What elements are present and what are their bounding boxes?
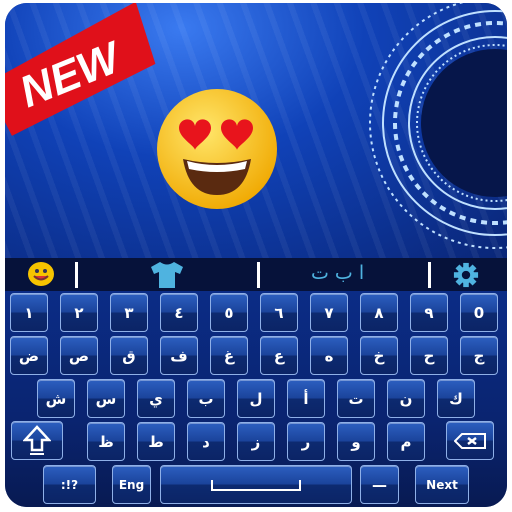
key-row1-10[interactable]: 0 — [460, 293, 498, 332]
key-row1-3[interactable]: ٣ — [110, 293, 148, 332]
key-row2-7[interactable]: ه — [310, 336, 348, 375]
next-key[interactable]: Next — [415, 465, 469, 504]
key-row4-5[interactable]: ر — [287, 422, 325, 461]
backspace-key[interactable] — [446, 421, 494, 460]
key-row1-5[interactable]: ٥ — [210, 293, 248, 332]
dash-key[interactable]: — — [360, 465, 399, 504]
key-row1-7[interactable]: ٧ — [310, 293, 348, 332]
key-row1-2[interactable]: ٢ — [60, 293, 98, 332]
symbols-key[interactable]: :!? — [43, 465, 96, 504]
key-row2-10[interactable]: ج — [460, 336, 498, 375]
key-row1-9[interactable]: ٩ — [410, 293, 448, 332]
shift-arrow-icon — [23, 424, 51, 455]
key-row3-4[interactable]: ب — [187, 379, 225, 418]
language-switch-key[interactable]: Eng — [112, 465, 151, 504]
key-row2-9[interactable]: ح — [410, 336, 448, 375]
key-row1-1[interactable]: ١ — [10, 293, 48, 332]
mandala-decoration — [369, 3, 507, 249]
key-row3-8[interactable]: ن — [387, 379, 425, 418]
key-row2-1[interactable]: ض — [10, 336, 48, 375]
shift-key[interactable] — [11, 421, 63, 460]
backspace-icon — [454, 432, 486, 449]
key-row2-6[interactable]: ع — [260, 336, 298, 375]
key-row3-7[interactable]: ت — [337, 379, 375, 418]
key-row4-1[interactable]: ظ — [87, 422, 125, 461]
key-row4-4[interactable]: ز — [237, 422, 275, 461]
key-row2-8[interactable]: خ — [360, 336, 398, 375]
keyboard-promo: NEW ا ب ت:!? Eng — Next ١ ٢ ٣ ٤ ٥ ٦ ٧ ٨… — [5, 3, 507, 507]
arabic-layout-label[interactable]: ا ب ت — [311, 262, 364, 284]
key-row1-8[interactable]: ٨ — [360, 293, 398, 332]
heart-eyes-emoji — [157, 89, 277, 209]
key-row3-6[interactable]: أ — [287, 379, 325, 418]
key-row4-2[interactable]: ط — [137, 422, 175, 461]
keyboard: :!? Eng — Next ١٢٣٤٥٦٧٨٩0 ضصقفغعهخحج شسيبل… — [5, 291, 507, 507]
key-row4-7[interactable]: م — [387, 422, 425, 461]
divider — [428, 262, 431, 288]
gear-icon[interactable] — [452, 262, 480, 288]
key-row3-5[interactable]: ل — [237, 379, 275, 418]
space-bar-icon — [211, 479, 301, 491]
key-row2-5[interactable]: غ — [210, 336, 248, 375]
divider — [257, 262, 260, 288]
key-row3-2[interactable]: س — [87, 379, 125, 418]
key-row3-9[interactable]: ك — [437, 379, 475, 418]
key-row4-3[interactable]: د — [187, 422, 225, 461]
tshirt-icon[interactable] — [149, 261, 185, 289]
key-row1-4[interactable]: ٤ — [160, 293, 198, 332]
smiley-icon[interactable] — [27, 261, 55, 287]
key-row4-6[interactable]: و — [337, 422, 375, 461]
key-row2-4[interactable]: ف — [160, 336, 198, 375]
key-row1-6[interactable]: ٦ — [260, 293, 298, 332]
key-row2-2[interactable]: ص — [60, 336, 98, 375]
space-key[interactable] — [160, 465, 352, 504]
key-row3-3[interactable]: ي — [137, 379, 175, 418]
divider — [75, 262, 78, 288]
key-row3-1[interactable]: ش — [37, 379, 75, 418]
key-row2-3[interactable]: ق — [110, 336, 148, 375]
keyboard-toolbar: ا ب ت — [5, 258, 507, 291]
